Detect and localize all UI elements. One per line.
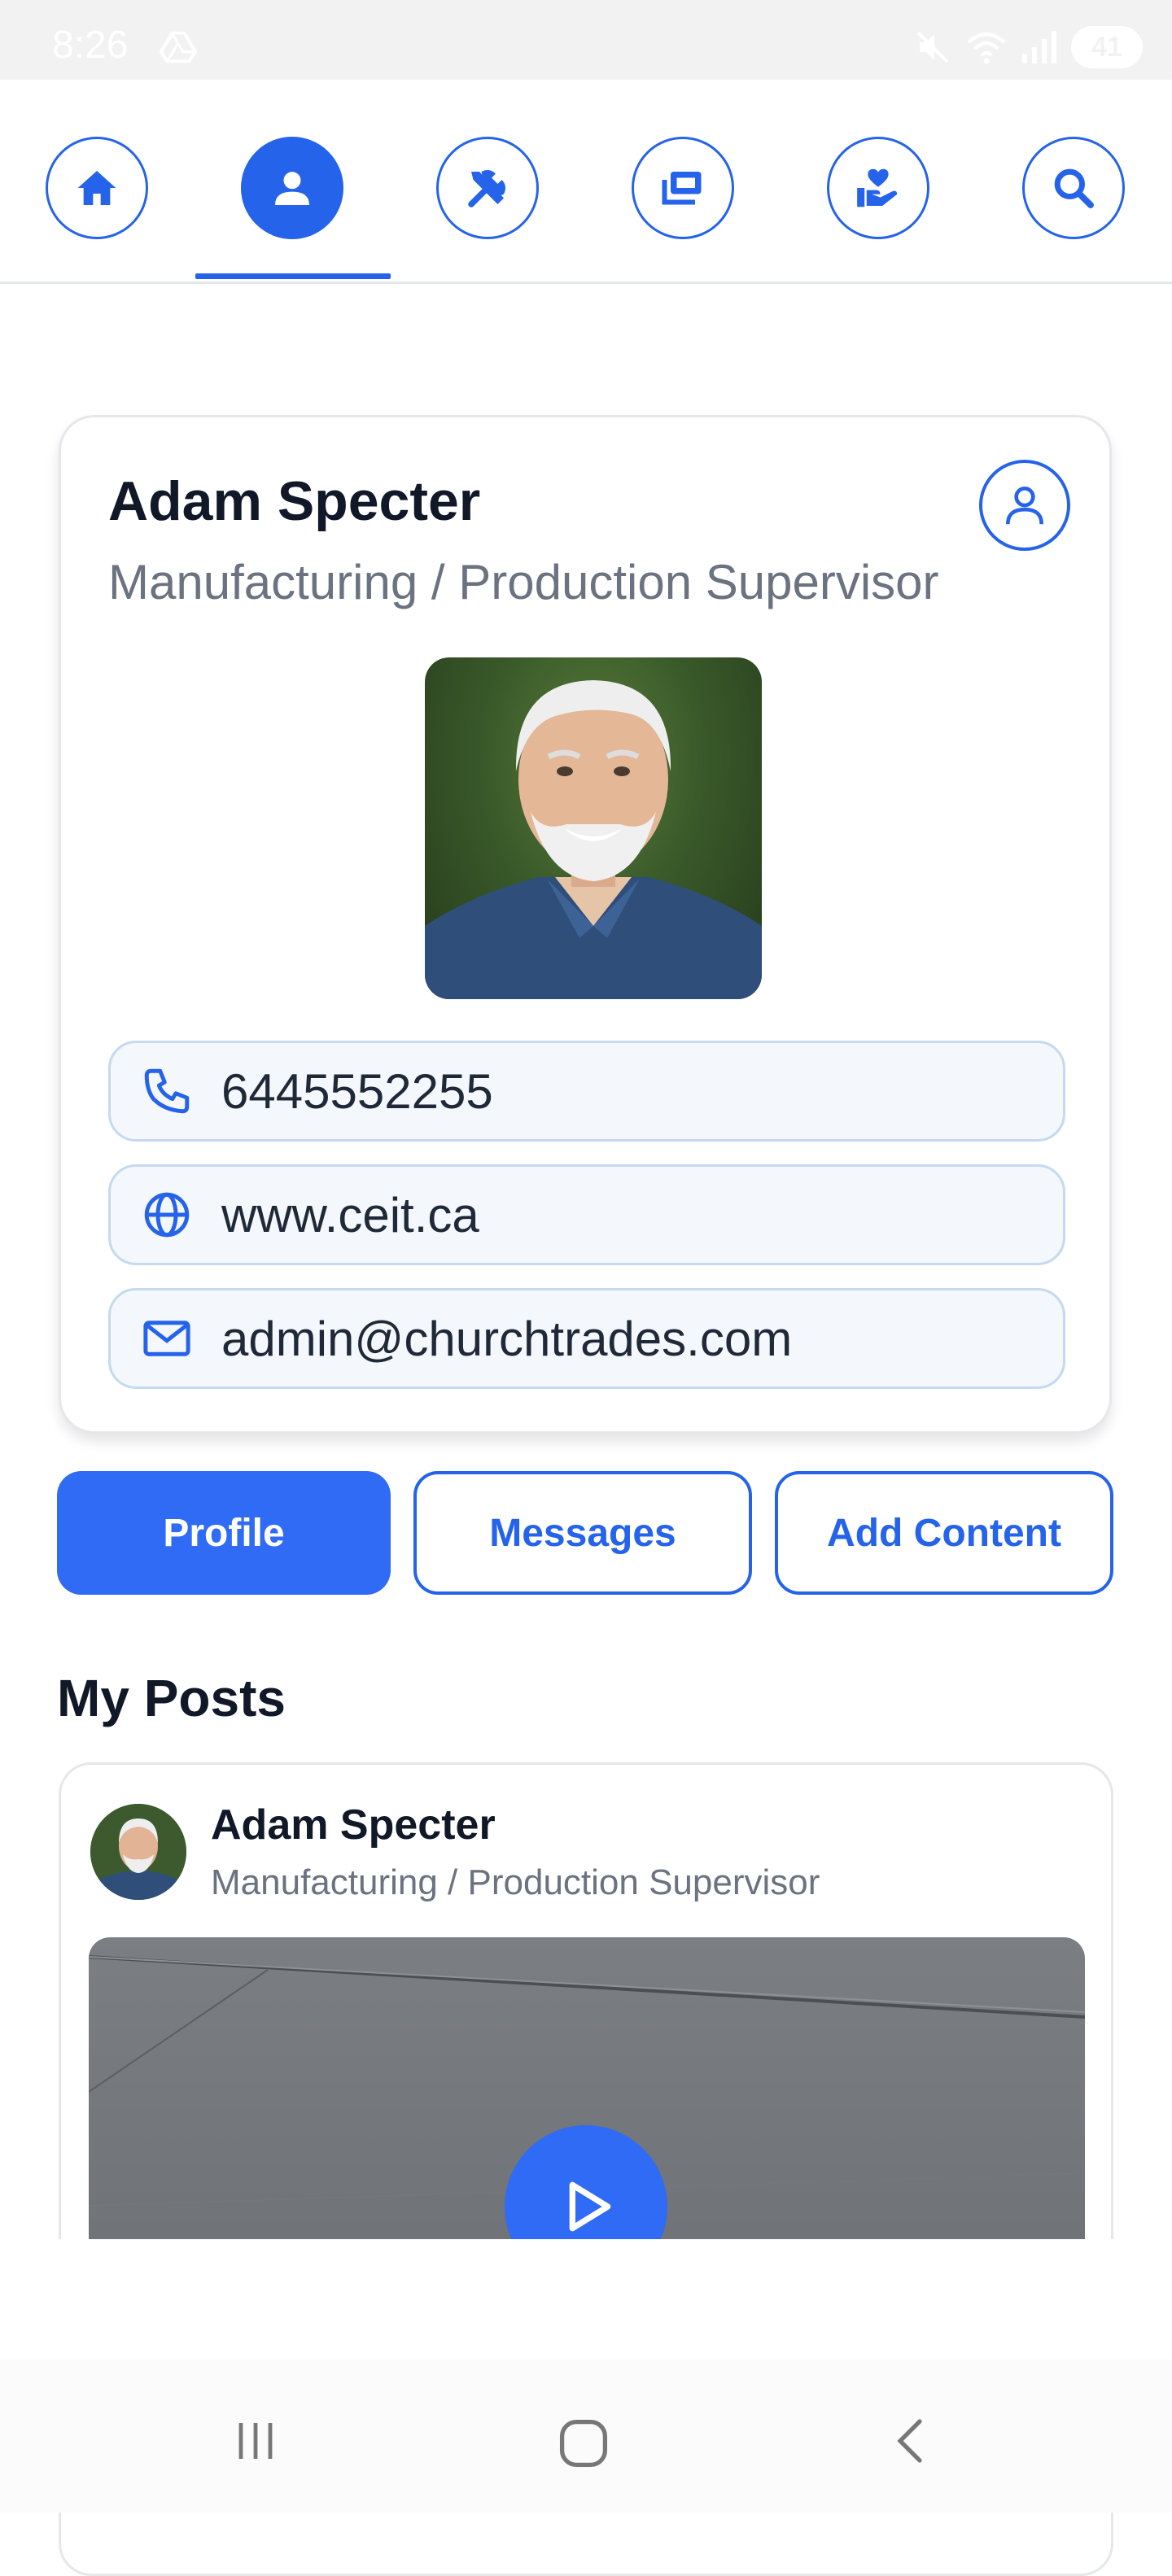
- post-author-name: Adam Specter: [211, 1801, 496, 1849]
- search-icon: [1054, 168, 1094, 208]
- play-icon: [569, 2181, 611, 2232]
- top-nav: [0, 80, 1172, 284]
- nav-money[interactable]: [632, 137, 734, 239]
- add-content-button[interactable]: Add Content: [775, 1471, 1113, 1595]
- drive-icon: [160, 31, 197, 63]
- phone-icon: [144, 1068, 190, 1114]
- cash-icon: [662, 172, 702, 205]
- mute-icon: [916, 31, 949, 63]
- battery-indicator: 41: [1071, 26, 1143, 68]
- my-posts-title: My Posts: [57, 1669, 286, 1727]
- nav-tools[interactable]: [436, 137, 539, 239]
- recent-apps-icon[interactable]: [231, 2417, 280, 2465]
- profile-button[interactable]: Profile: [57, 1471, 391, 1595]
- nav-search[interactable]: [1022, 137, 1125, 239]
- website-field[interactable]: www.ceit.ca: [108, 1164, 1065, 1265]
- signal-icon: [1022, 31, 1056, 63]
- tools-icon: [468, 170, 505, 207]
- nav-giving[interactable]: [827, 137, 929, 239]
- mail-icon: [143, 1321, 190, 1356]
- email-address: admin@churchtrades.com: [221, 1311, 793, 1366]
- avatar-illustration: [90, 1804, 186, 1900]
- profile-settings-button[interactable]: [979, 460, 1070, 551]
- profile-card: Adam Specter Manufacturing / Production …: [59, 415, 1112, 1434]
- website-url: www.ceit.ca: [221, 1187, 479, 1242]
- status-time: 8:26: [52, 24, 129, 67]
- status-bar: 8:26 41: [0, 0, 1172, 80]
- globe-icon: [144, 1192, 190, 1238]
- hand-heart-icon: [857, 168, 898, 207]
- nav-profile[interactable]: [241, 137, 343, 239]
- post-author-role: Manufacturing / Production Supervisor: [211, 1862, 820, 1902]
- home-button-icon[interactable]: [557, 2417, 610, 2470]
- person-icon: [275, 172, 309, 205]
- phone-field[interactable]: 6445552255: [108, 1041, 1065, 1142]
- phone-number: 6445552255: [221, 1063, 493, 1119]
- messages-button[interactable]: Messages: [413, 1471, 752, 1595]
- profile-name: Adam Specter: [108, 470, 481, 532]
- portrait-illustration: [425, 680, 762, 999]
- profile-role: Manufacturing / Production Supervisor: [108, 555, 939, 609]
- user-outline-icon: [1006, 487, 1043, 525]
- post-author-avatar: [90, 1804, 186, 1900]
- wifi-icon: [967, 32, 1006, 64]
- email-field[interactable]: admin@churchtrades.com: [108, 1288, 1065, 1389]
- active-tab-indicator: [195, 273, 391, 279]
- back-icon[interactable]: [887, 2417, 936, 2465]
- system-nav-bar: [0, 2360, 1172, 2513]
- home-icon: [77, 171, 116, 205]
- profile-photo: [425, 657, 762, 999]
- nav-home[interactable]: [46, 137, 148, 239]
